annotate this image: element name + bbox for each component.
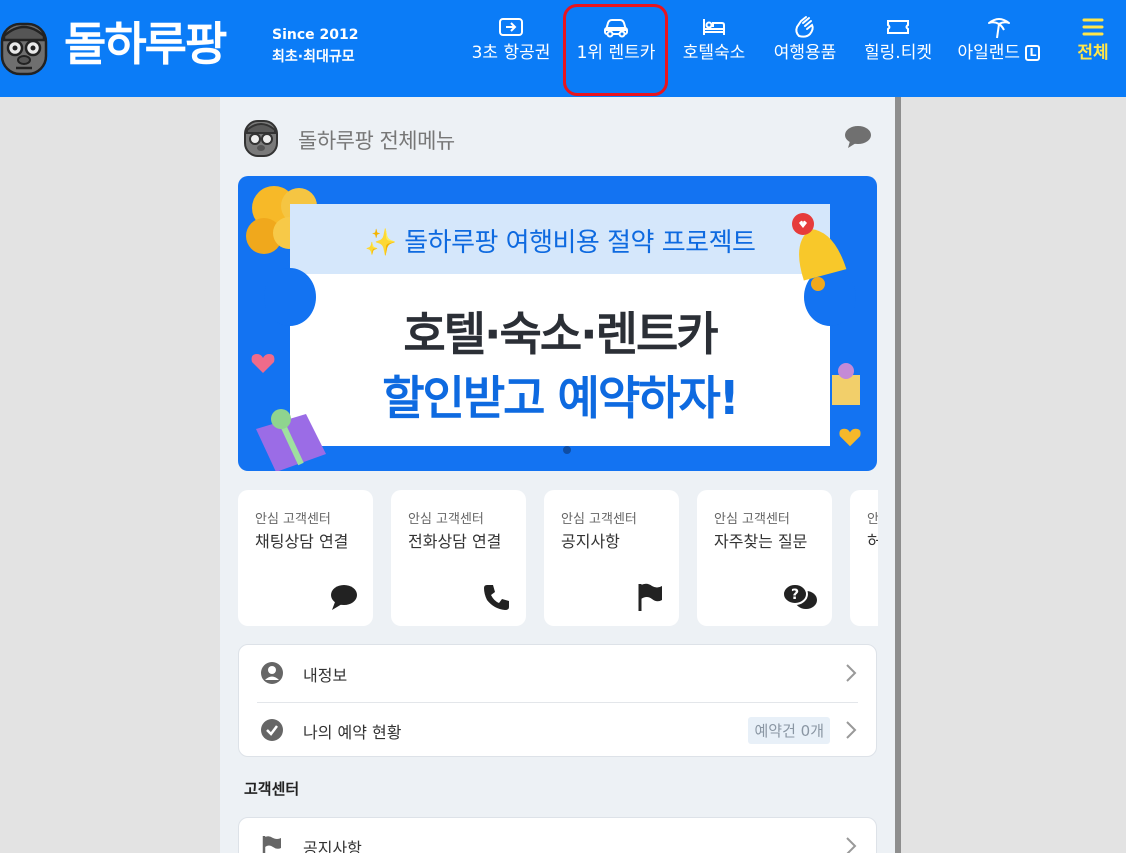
banner-cta-headline: 할인받고 예약하자! [382, 371, 740, 425]
card-partial[interactable]: 안 허 0 [850, 490, 878, 626]
card-title: 채팅상담 연결 [255, 532, 349, 551]
nav-flight-label: 3초 항공권 [471, 43, 551, 63]
quick-cards: 안심 고객센터 채팅상담 연결 안심 고객센터 전화상담 연결 안심 고객센터 … [238, 490, 878, 626]
card-title: 전화상담 연결 [408, 532, 502, 551]
my-reservations-label: 나의 예약 현황 [303, 723, 402, 742]
dolharubang-logo-icon[interactable] [0, 20, 48, 76]
slogan-since: Since 2012 [272, 27, 359, 43]
nav-hotel-label: 호텔숙소 [682, 43, 746, 63]
nav-island-label: 아일랜드 [957, 43, 1021, 63]
bed-icon [703, 19, 725, 35]
card-phone-consult[interactable]: 안심 고객센터 전화상담 연결 [391, 490, 526, 626]
my-info-label: 내정보 [303, 666, 348, 685]
card-title: 자주찾는 질문 [714, 532, 808, 551]
flag-icon [638, 583, 662, 611]
banner-headline: 호텔·숙소·렌트카 [403, 307, 718, 361]
palm-tree-icon [988, 18, 1010, 39]
chat-bubble-icon [331, 585, 357, 610]
promo-banner[interactable]: ✨ 돌하루팡 여행비용 절약 프로젝트 호텔·숙소·렌트카 할인받고 예약하자! [238, 176, 877, 471]
support-box: 공지사항 [238, 817, 877, 853]
panel-scrollbar[interactable] [895, 97, 901, 853]
faq-chat-icon: ? [782, 583, 817, 609]
nav-all-menu-label: 전체 [1077, 43, 1109, 63]
small-gift-decoration-icon [832, 363, 860, 405]
selected-nav-highlight [563, 4, 668, 96]
nav-flight[interactable]: 3초 항공권 [466, 12, 556, 74]
svg-text:?: ? [791, 587, 799, 603]
ticket-icon [887, 20, 909, 34]
bell-decoration-icon [792, 213, 847, 291]
chevron-right-icon [846, 721, 857, 739]
heart-decoration-icon [251, 354, 275, 373]
hand-icon [795, 16, 814, 38]
card-chat-consult[interactable]: 안심 고객센터 채팅상담 연결 [238, 490, 373, 626]
card-caption: 안 [867, 512, 878, 527]
card-caption: 안심 고객센터 [714, 512, 790, 527]
nav-island[interactable]: 아일랜드 L [951, 12, 1047, 74]
chevron-right-icon [846, 837, 857, 853]
account-box: 내정보 나의 예약 현황 예약건 0개 [238, 644, 877, 757]
row-notice[interactable]: 공지사항 [239, 818, 876, 853]
phone-icon [484, 585, 509, 610]
carousel-dot[interactable] [563, 446, 571, 454]
row-my-reservations[interactable]: 나의 예약 현황 예약건 0개 [239, 702, 876, 758]
gift-box-decoration-icon [256, 409, 326, 471]
row-my-info[interactable]: 내정보 [239, 645, 876, 701]
card-title: 허 0 [867, 532, 878, 551]
slogan: Since 2012 최초·최대규모 [272, 24, 358, 68]
notice-label: 공지사항 [303, 839, 362, 853]
card-caption: 안심 고객센터 [408, 512, 484, 527]
support-section-title: 고객센터 [244, 780, 300, 798]
menu-title: 돌하루팡 전체메뉴 [298, 129, 455, 153]
nav-travel-goods-label: 여행용품 [773, 43, 837, 63]
nav-travel-goods[interactable]: 여행용품 [767, 12, 843, 74]
card-title: 공지사항 [561, 532, 620, 551]
side-menu-panel: 돌하루팡 전체메뉴 ✨ 돌하루팡 여행비용 절약 프로젝트 호텔·숙소·렌트카 … [220, 97, 895, 853]
reservation-count-badge: 예약건 0개 [748, 717, 830, 744]
menu-header: 돌하루팡 전체메뉴 [242, 117, 872, 157]
site-logo-text[interactable]: 돌하루팡 [64, 16, 227, 72]
banner-subtitle: ✨ 돌하루팡 여행비용 절약 프로젝트 [364, 228, 756, 258]
dolharubang-avatar-icon [244, 120, 278, 157]
nav-healing-ticket[interactable]: 힐링.티켓 [859, 12, 937, 74]
nav-healing-ticket-label: 힐링.티켓 [864, 43, 932, 63]
nav-island-badge: L [1025, 45, 1041, 61]
chevron-right-icon [846, 664, 857, 682]
chat-icon[interactable] [844, 125, 872, 149]
card-faq[interactable]: 안심 고객센터 자주찾는 질문 ? [697, 490, 832, 626]
card-caption: 안심 고객센터 [561, 512, 637, 527]
promo-ticket: ✨ 돌하루팡 여행비용 절약 프로젝트 호텔·숙소·렌트카 할인받고 예약하자! [290, 204, 830, 446]
card-caption: 안심 고객센터 [255, 512, 331, 527]
flag-icon [262, 836, 281, 853]
card-notice[interactable]: 안심 고객센터 공지사항 [544, 490, 679, 626]
flight-ticket-icon [499, 18, 523, 36]
top-header: 돌하루팡 Since 2012 최초·최대규모 3초 항공권 1위 렌트카 호텔… [0, 0, 1126, 97]
nav-all-menu[interactable]: 전체 [1068, 12, 1118, 74]
check-circle-icon [261, 719, 283, 741]
user-circle-icon [261, 662, 283, 684]
hamburger-menu-icon [1082, 18, 1104, 36]
yellow-heart-icon [839, 428, 861, 447]
slogan-largest: 최초·최대규모 [272, 49, 355, 65]
nav-hotel[interactable]: 호텔숙소 [676, 12, 752, 74]
